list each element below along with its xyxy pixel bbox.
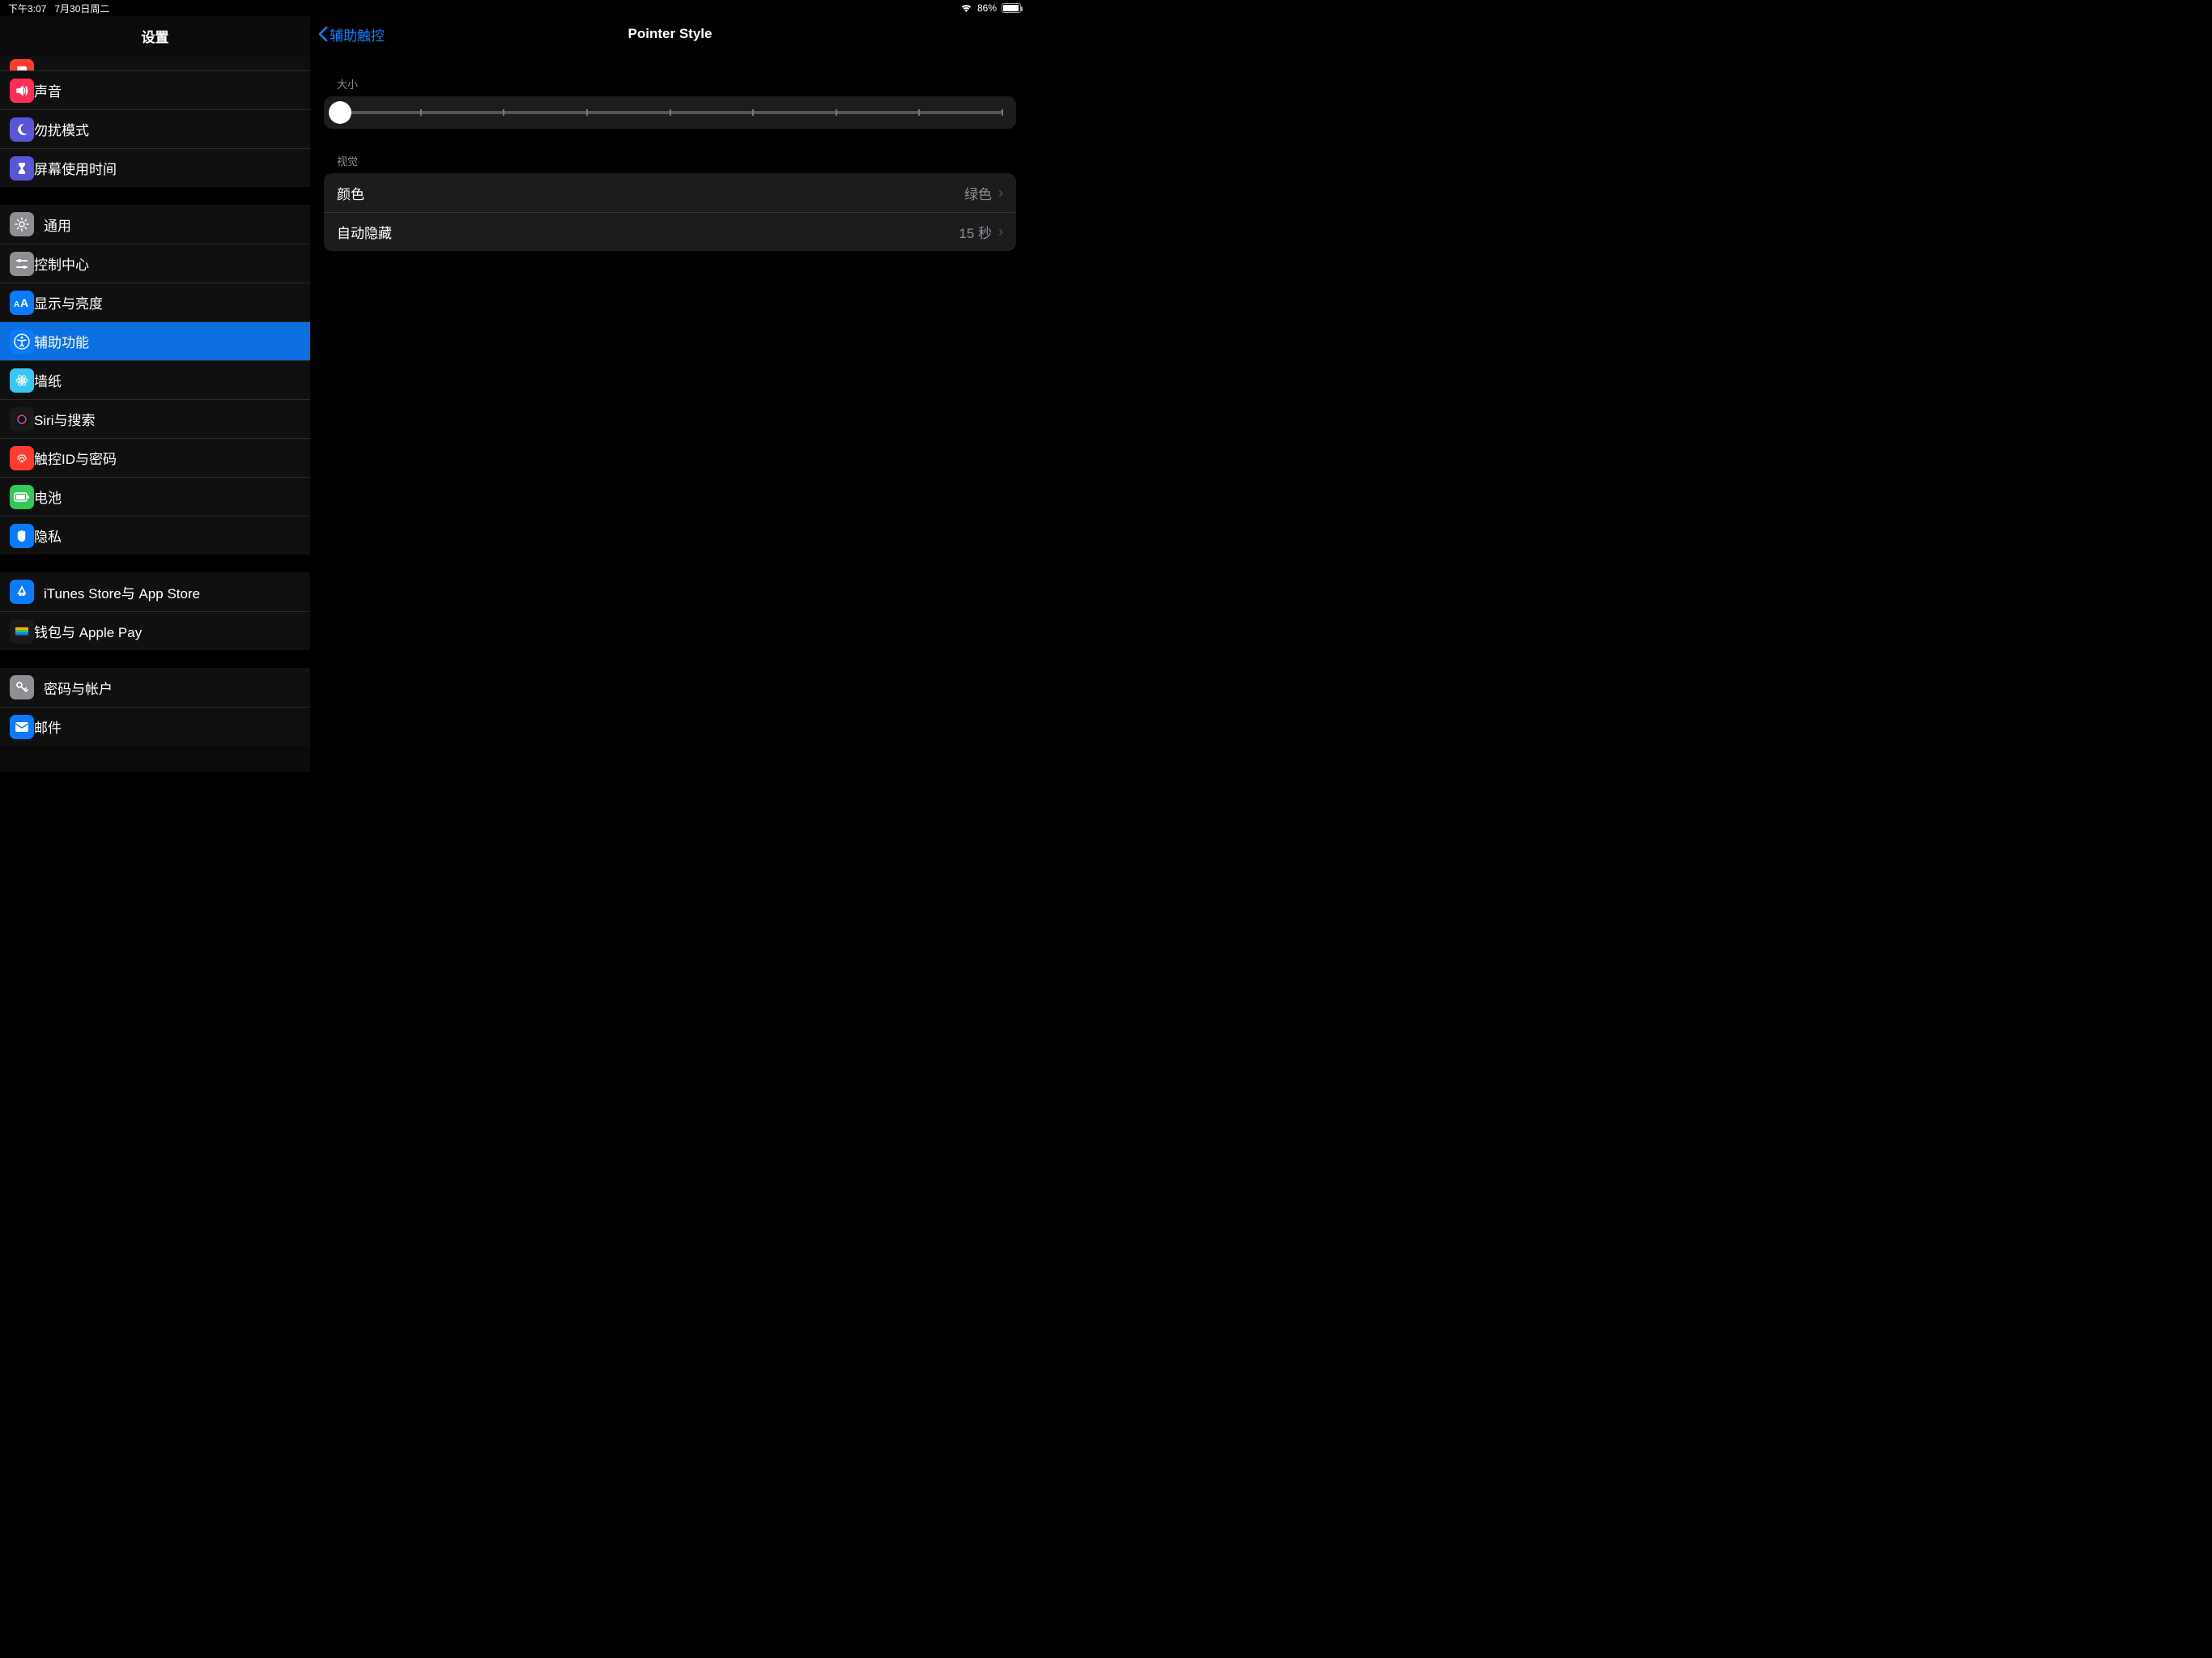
nav-bar: 辅助触控 Pointer Style: [311, 16, 1029, 52]
sidebar-item-label: 隐私: [34, 525, 62, 546]
sidebar-item-notifications[interactable]: 通知: [0, 56, 310, 70]
sidebar-item-controlcenter[interactable]: 控制中心: [0, 244, 310, 283]
sidebar-item-label: 墙纸: [34, 370, 62, 390]
sidebar-item-touchid[interactable]: 触控ID与密码: [0, 438, 310, 477]
color-value: 绿色: [964, 183, 992, 203]
sidebar-item-screentime[interactable]: 屏幕使用时间: [0, 148, 310, 187]
battery-icon: [10, 485, 34, 509]
moon-icon: [10, 117, 34, 142]
color-label: 颜色: [337, 183, 964, 203]
chevron-right-icon: ›: [998, 185, 1003, 202]
fingerprint-icon: [10, 446, 34, 470]
autohide-row[interactable]: 自动隐藏 15 秒 ›: [324, 212, 1016, 251]
autohide-value: 15 秒: [959, 222, 992, 242]
slider-tick: [918, 109, 920, 116]
sidebar-item-label: 显示与亮度: [34, 292, 103, 312]
sidebar-title: 设置: [0, 16, 310, 56]
visual-section-label: 视觉: [337, 153, 1029, 168]
sidebar-item-sound[interactable]: 声音: [0, 70, 310, 109]
settings-sidebar: 设置 通知声音勿扰模式屏幕使用时间通用控制中心AA显示与亮度辅助功能墙纸Siri…: [0, 16, 311, 772]
slider-tick: [1002, 109, 1003, 116]
appstore-icon: [10, 580, 34, 604]
sidebar-item-label: 控制中心: [34, 253, 89, 274]
key-icon: [10, 675, 34, 699]
sidebar-item-label: 触控ID与密码: [34, 448, 117, 468]
sidebar-item-general[interactable]: 通用: [0, 205, 310, 244]
sidebar-item-label: 电池: [34, 487, 62, 507]
sidebar-item-accessibility[interactable]: 辅助功能: [0, 321, 310, 360]
slider-knob[interactable]: [329, 101, 351, 124]
sidebar-item-battery[interactable]: 电池: [0, 477, 310, 516]
sidebar-item-wallet[interactable]: 钱包与 Apple Pay: [0, 611, 310, 650]
envelope-icon: [10, 715, 34, 739]
slider-tick: [670, 109, 671, 116]
sidebar-item-wallpaper[interactable]: 墙纸: [0, 360, 310, 399]
sidebar-item-passwords[interactable]: 密码与帐户: [0, 668, 310, 707]
svg-text:A: A: [14, 300, 19, 308]
text-size-icon: AA: [10, 291, 34, 315]
gear-icon: [10, 212, 34, 236]
accessibility-icon: [10, 329, 34, 354]
slider-tick: [836, 109, 837, 116]
sidebar-item-appstore[interactable]: iTunes Store与 App Store: [0, 572, 310, 611]
toggles-icon: [10, 252, 34, 276]
slider-tick: [752, 109, 754, 116]
sidebar-item-label: 勿扰模式: [34, 119, 89, 139]
sidebar-item-label: Siri与搜索: [34, 409, 96, 429]
wallet-icon: [10, 619, 34, 644]
hand-icon: [10, 524, 34, 548]
size-slider[interactable]: [337, 111, 1003, 114]
siri-icon: [10, 407, 34, 432]
back-label: 辅助触控: [330, 24, 385, 45]
hourglass-icon: [10, 156, 34, 181]
chevron-left-icon: [317, 26, 328, 42]
chevron-right-icon: ›: [998, 223, 1003, 240]
detail-pane: 辅助触控 Pointer Style 大小 视觉 颜色 绿色 › 自动隐藏 15…: [311, 16, 1029, 772]
sidebar-item-label: 声音: [34, 80, 62, 100]
sidebar-item-dnd[interactable]: 勿扰模式: [0, 109, 310, 148]
sidebar-item-privacy[interactable]: 隐私: [0, 516, 310, 555]
battery-icon: [1002, 3, 1021, 13]
sidebar-item-label: 邮件: [34, 716, 62, 737]
sidebar-item-label: 辅助功能: [34, 331, 89, 351]
sidebar-item-label: iTunes Store与 App Store: [44, 582, 200, 602]
size-section-label: 大小: [337, 76, 1029, 91]
speaker-icon: [10, 79, 34, 103]
sidebar-item-label: 屏幕使用时间: [34, 158, 117, 178]
bell-icon: [10, 59, 34, 70]
back-button[interactable]: 辅助触控: [311, 24, 385, 45]
battery-pct: 86%: [977, 2, 997, 14]
flower-icon: [10, 368, 34, 393]
size-slider-card: [324, 96, 1016, 129]
visual-card: 颜色 绿色 › 自动隐藏 15 秒 ›: [324, 173, 1016, 251]
slider-tick: [503, 109, 504, 116]
status-time: 下午3:07: [8, 2, 46, 15]
color-row[interactable]: 颜色 绿色 ›: [324, 173, 1016, 212]
sidebar-item-siri[interactable]: Siri与搜索: [0, 399, 310, 438]
sidebar-item-mail[interactable]: 邮件: [0, 707, 310, 746]
autohide-label: 自动隐藏: [337, 222, 959, 242]
slider-tick: [420, 109, 422, 116]
slider-tick: [586, 109, 588, 116]
svg-text:A: A: [20, 297, 28, 308]
wifi-icon: [960, 3, 972, 13]
page-title: Pointer Style: [628, 26, 713, 42]
sidebar-item-label: 钱包与 Apple Pay: [34, 621, 142, 641]
sidebar-item-label: 密码与帐户: [44, 678, 113, 698]
sidebar-item-label: 通用: [44, 215, 71, 235]
sidebar-item-display[interactable]: AA显示与亮度: [0, 283, 310, 321]
status-date: 7月30日周二: [54, 2, 109, 15]
status-bar: 下午3:07 7月30日周二 86%: [0, 0, 1029, 16]
